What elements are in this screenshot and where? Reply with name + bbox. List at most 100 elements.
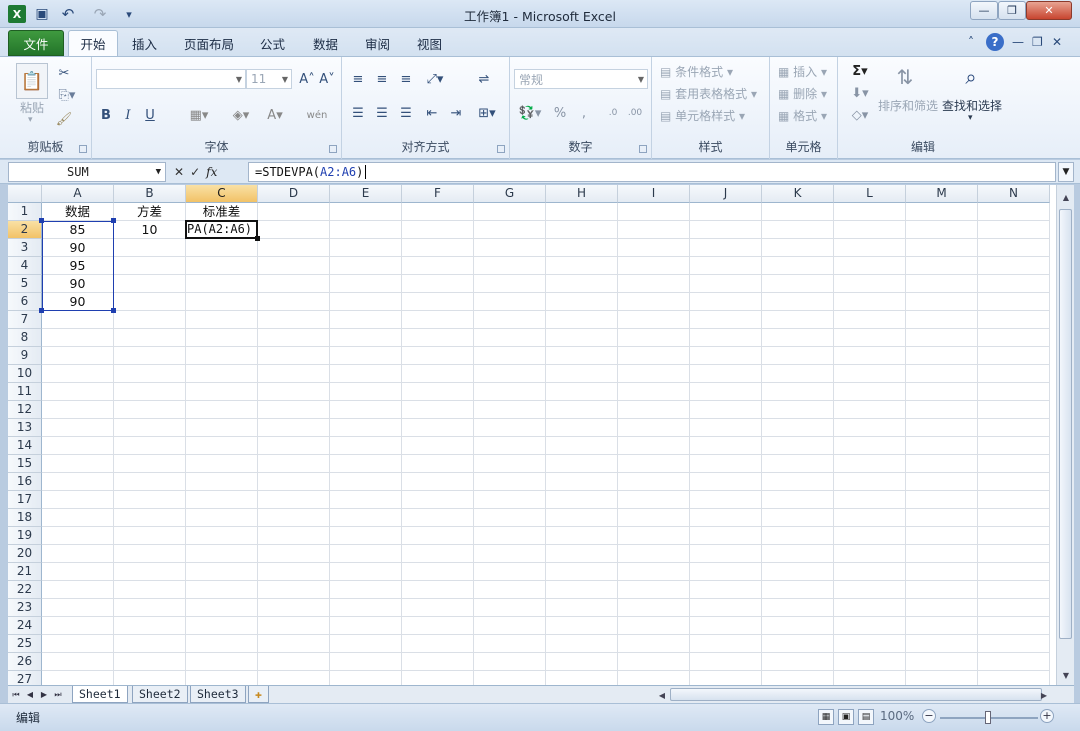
cell-e19[interactable] [330, 527, 402, 545]
cell-k6[interactable] [762, 293, 834, 311]
cell-j16[interactable] [690, 473, 762, 491]
cell-c24[interactable] [186, 617, 258, 635]
cell-c8[interactable] [186, 329, 258, 347]
cell-i21[interactable] [618, 563, 690, 581]
increase-decimal-icon[interactable]: .0 [604, 105, 622, 121]
column-header-b[interactable]: B [114, 185, 186, 203]
cell-b19[interactable] [114, 527, 186, 545]
cell-c15[interactable] [186, 455, 258, 473]
cell-h9[interactable] [546, 347, 618, 365]
cell-k18[interactable] [762, 509, 834, 527]
cell-j6[interactable] [690, 293, 762, 311]
cell-l8[interactable] [834, 329, 906, 347]
cell-i11[interactable] [618, 383, 690, 401]
cell-f25[interactable] [402, 635, 474, 653]
worksheet-grid[interactable]: A B C D E F G H I J K L M N 1 数据 方差 标准差 2 85 10 PA(A2:A6) 3 90 4… [8, 185, 1056, 685]
cell-d21[interactable] [258, 563, 330, 581]
range-handle[interactable] [39, 308, 44, 313]
cut-icon[interactable]: ✂ [56, 65, 72, 81]
row-header-14[interactable]: 14 [8, 437, 42, 455]
row-header-4[interactable]: 4 [8, 257, 42, 275]
sort-filter-icon[interactable]: ⇅ [890, 61, 920, 93]
expand-formula-bar-icon[interactable]: ▼ [1058, 162, 1074, 182]
cell-l26[interactable] [834, 653, 906, 671]
cell-k25[interactable] [762, 635, 834, 653]
paste-icon[interactable]: 📋 [16, 63, 48, 99]
tab-file[interactable]: 文件 [8, 30, 64, 56]
cell-i27[interactable] [618, 671, 690, 685]
align-center-icon[interactable]: ☰ [374, 105, 390, 121]
formula-input[interactable]: =STDEVPA(A2:A6) [248, 162, 1056, 182]
cell-l19[interactable] [834, 527, 906, 545]
cell-h12[interactable] [546, 401, 618, 419]
cell-n23[interactable] [978, 599, 1050, 617]
cell-m23[interactable] [906, 599, 978, 617]
format-as-table-button[interactable]: ▤ 套用表格格式 ▾ [660, 85, 757, 102]
cell-g25[interactable] [474, 635, 546, 653]
cell-b4[interactable] [114, 257, 186, 275]
cell-m21[interactable] [906, 563, 978, 581]
cell-m17[interactable] [906, 491, 978, 509]
cell-d13[interactable] [258, 419, 330, 437]
cell-d19[interactable] [258, 527, 330, 545]
cell-i7[interactable] [618, 311, 690, 329]
cell-n3[interactable] [978, 239, 1050, 257]
cell-l20[interactable] [834, 545, 906, 563]
orientation-icon[interactable]: ⤢▾ [424, 71, 446, 87]
cell-f23[interactable] [402, 599, 474, 617]
cell-e7[interactable] [330, 311, 402, 329]
cell-g21[interactable] [474, 563, 546, 581]
cell-k17[interactable] [762, 491, 834, 509]
row-header-2[interactable]: 2 [8, 221, 42, 239]
cell-k4[interactable] [762, 257, 834, 275]
cell-h27[interactable] [546, 671, 618, 685]
cell-n12[interactable] [978, 401, 1050, 419]
binoculars-icon[interactable]: ⌕ [954, 61, 988, 93]
cell-c5[interactable] [186, 275, 258, 293]
cell-a18[interactable] [42, 509, 114, 527]
row-header-6[interactable]: 6 [8, 293, 42, 311]
cell-j2[interactable] [690, 221, 762, 239]
cell-a1[interactable]: 数据 [42, 203, 114, 221]
cell-b20[interactable] [114, 545, 186, 563]
cell-a19[interactable] [42, 527, 114, 545]
row-header-19[interactable]: 19 [8, 527, 42, 545]
find-select-button[interactable]: 查找和选择 [942, 97, 1002, 114]
cell-d14[interactable] [258, 437, 330, 455]
cell-e2[interactable] [330, 221, 402, 239]
cell-a15[interactable] [42, 455, 114, 473]
cell-i17[interactable] [618, 491, 690, 509]
cell-i10[interactable] [618, 365, 690, 383]
cell-h21[interactable] [546, 563, 618, 581]
cell-d20[interactable] [258, 545, 330, 563]
zoom-in-icon[interactable]: + [1040, 709, 1054, 723]
row-header-23[interactable]: 23 [8, 599, 42, 617]
cell-h8[interactable] [546, 329, 618, 347]
tab-view[interactable]: 视图 [407, 30, 452, 56]
workbook-close-icon[interactable]: ✕ [1052, 32, 1062, 52]
cell-m15[interactable] [906, 455, 978, 473]
cell-a16[interactable] [42, 473, 114, 491]
cell-c4[interactable] [186, 257, 258, 275]
cell-f10[interactable] [402, 365, 474, 383]
cell-h6[interactable] [546, 293, 618, 311]
cell-e10[interactable] [330, 365, 402, 383]
insert-function-icon[interactable]: fx [206, 165, 217, 179]
cell-a13[interactable] [42, 419, 114, 437]
borders-icon[interactable]: ▦▾ [188, 107, 210, 123]
cell-c2[interactable]: PA(A2:A6) [186, 221, 258, 239]
cell-d23[interactable] [258, 599, 330, 617]
row-header-12[interactable]: 12 [8, 401, 42, 419]
cell-i25[interactable] [618, 635, 690, 653]
cell-e27[interactable] [330, 671, 402, 685]
cell-d7[interactable] [258, 311, 330, 329]
cell-a6[interactable]: 90 [42, 293, 114, 311]
column-header-d[interactable]: D [258, 185, 330, 203]
cell-c14[interactable] [186, 437, 258, 455]
row-header-13[interactable]: 13 [8, 419, 42, 437]
cell-n14[interactable] [978, 437, 1050, 455]
cell-g18[interactable] [474, 509, 546, 527]
cell-g22[interactable] [474, 581, 546, 599]
cell-m6[interactable] [906, 293, 978, 311]
cell-n9[interactable] [978, 347, 1050, 365]
